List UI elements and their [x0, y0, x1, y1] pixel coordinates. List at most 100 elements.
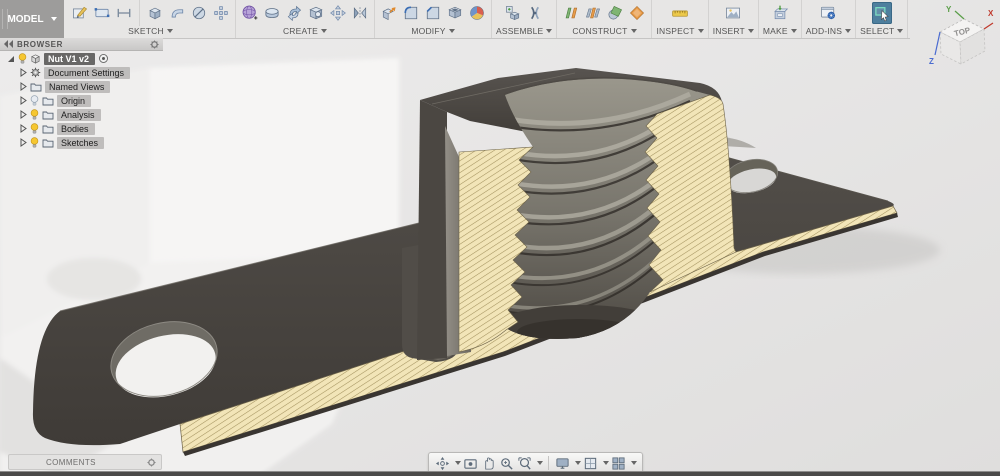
folder-icon: [42, 125, 54, 133]
project-icon[interactable]: [145, 2, 165, 24]
toolbar-group-construct: CONSTRUCT: [557, 0, 653, 38]
appearance-icon[interactable]: [467, 2, 487, 24]
toolbar: MODEL SKETCH CREATE MODIFY ASSEMBLE CONS…: [0, 0, 910, 39]
browser-row-root[interactable]: Nut V1 v2: [0, 52, 170, 65]
joint-icon[interactable]: [525, 2, 545, 24]
browser-root-label[interactable]: Nut V1 v2: [44, 52, 96, 65]
pan-icon[interactable]: [480, 455, 497, 472]
toolbar-group-label-construct[interactable]: CONSTRUCT: [572, 25, 637, 37]
boss-left-face[interactable]: [417, 100, 447, 360]
browser-item-label[interactable]: Bodies: [57, 122, 95, 135]
fit-icon[interactable]: [516, 455, 533, 472]
browser-settings-gear-icon[interactable]: [150, 39, 159, 49]
comments-bar[interactable]: COMMENTS: [8, 454, 162, 470]
line-icon[interactable]: [114, 2, 134, 24]
chamfer-icon[interactable]: [423, 2, 443, 24]
make-icon[interactable]: [770, 2, 790, 24]
toolbar-group-label-assemble[interactable]: ASSEMBLE: [496, 25, 553, 37]
visibility-bulb-icon[interactable]: [30, 122, 39, 135]
visibility-bulb-icon[interactable]: [30, 108, 39, 121]
offset-plane-icon[interactable]: [561, 2, 581, 24]
rectangle-icon[interactable]: [92, 2, 112, 24]
browser-item-label[interactable]: Document Settings: [44, 66, 131, 79]
browser-row-analysis[interactable]: Analysis: [0, 108, 170, 121]
visibility-bulb-off-icon[interactable]: [30, 94, 39, 107]
new-component-icon[interactable]: [503, 2, 523, 24]
browser-item-label[interactable]: Origin: [57, 94, 92, 107]
visibility-bulb-icon[interactable]: [30, 136, 39, 149]
coil-icon[interactable]: [306, 2, 326, 24]
create-sketch-icon[interactable]: [70, 2, 90, 24]
ghost-hole: [47, 258, 141, 300]
measure-icon[interactable]: [670, 2, 690, 24]
display-settings-icon[interactable]: [554, 455, 571, 472]
axis-z-label: Z: [929, 57, 934, 66]
sweep-icon[interactable]: [284, 2, 304, 24]
viewports-icon[interactable]: [610, 455, 627, 472]
angled-plane-icon[interactable]: [627, 2, 647, 24]
workspace-switcher[interactable]: MODEL: [0, 0, 64, 38]
expand-collapse-icon[interactable]: [7, 55, 15, 63]
press-pull-icon[interactable]: [379, 2, 399, 24]
folder-icon: [30, 83, 42, 91]
expand-collapse-icon[interactable]: [20, 96, 27, 105]
browser-item-label[interactable]: Sketches: [57, 136, 105, 149]
expand-collapse-icon[interactable]: [20, 124, 27, 133]
chevron-down-icon: [546, 29, 553, 33]
create-form-icon[interactable]: [240, 2, 260, 24]
toolbar-group-sketch: SKETCH: [66, 0, 236, 38]
chevron-down-icon[interactable]: [537, 461, 543, 465]
expand-collapse-icon[interactable]: [20, 82, 27, 91]
sweep-profile-icon[interactable]: [167, 2, 187, 24]
chevron-down-icon: [697, 29, 704, 33]
revolve-circle-icon[interactable]: [189, 2, 209, 24]
revolve-icon[interactable]: [262, 2, 282, 24]
look-at-icon[interactable]: [462, 455, 479, 472]
browser-row-document-settings[interactable]: Document Settings: [0, 66, 170, 79]
midplane-icon[interactable]: [583, 2, 603, 24]
browser-item-label[interactable]: Named Views: [45, 80, 111, 93]
toolbar-group-label-create[interactable]: CREATE: [283, 25, 328, 37]
workspace-label: MODEL: [7, 13, 44, 25]
points-icon[interactable]: [211, 2, 231, 24]
grid-settings-icon[interactable]: [582, 455, 599, 472]
toolbar-group-label-insert[interactable]: INSERT: [713, 25, 754, 37]
fillet-icon[interactable]: [401, 2, 421, 24]
insert-media-icon[interactable]: [723, 2, 743, 24]
orbit-icon[interactable]: [434, 455, 451, 472]
chevron-down-icon[interactable]: [603, 461, 609, 465]
toolbar-group-label-sketch[interactable]: SKETCH: [128, 25, 173, 37]
browser-row-bodies[interactable]: Bodies: [0, 122, 170, 135]
tangent-plane-icon[interactable]: [605, 2, 625, 24]
toolbar-group-label-select[interactable]: SELECT: [860, 25, 904, 37]
add-ins-icon[interactable]: [818, 2, 838, 24]
toolbar-group-label-make[interactable]: MAKE: [763, 25, 797, 37]
browser-row-sketches[interactable]: Sketches: [0, 136, 170, 149]
browser-row-origin[interactable]: Origin: [0, 94, 170, 107]
view-cube[interactable]: TOP X Y Z: [926, 2, 998, 68]
toolbar-group-label-modify[interactable]: MODIFY: [411, 25, 455, 37]
chevron-down-icon: [166, 29, 173, 33]
visibility-bulb-icon[interactable]: [18, 52, 27, 65]
toolbar-group-label-addins[interactable]: ADD-INS: [806, 25, 852, 37]
chevron-down-icon: [50, 17, 57, 21]
select-icon[interactable]: [871, 2, 892, 24]
expand-collapse-icon[interactable]: [20, 138, 27, 147]
expand-collapse-icon[interactable]: [20, 68, 27, 77]
toolbar-group-label-inspect[interactable]: INSPECT: [656, 25, 704, 37]
expand-collapse-icon[interactable]: [20, 110, 27, 119]
comments-settings-gear-icon[interactable]: [147, 457, 156, 467]
activate-component-radio-icon[interactable]: [98, 53, 109, 64]
mirror-icon[interactable]: [350, 2, 370, 24]
collapse-panel-icon[interactable]: [4, 40, 13, 48]
browser-item-label[interactable]: Analysis: [57, 108, 101, 121]
toolbar-group-select: SELECT: [856, 0, 909, 38]
chevron-down-icon[interactable]: [455, 461, 461, 465]
chevron-down-icon[interactable]: [631, 461, 637, 465]
zoom-icon[interactable]: [498, 455, 515, 472]
pattern-icon[interactable]: [328, 2, 348, 24]
toolbar-grip-icon[interactable]: [2, 9, 8, 29]
browser-row-named-views[interactable]: Named Views: [0, 80, 170, 93]
shell-icon[interactable]: [445, 2, 465, 24]
chevron-down-icon[interactable]: [575, 461, 581, 465]
